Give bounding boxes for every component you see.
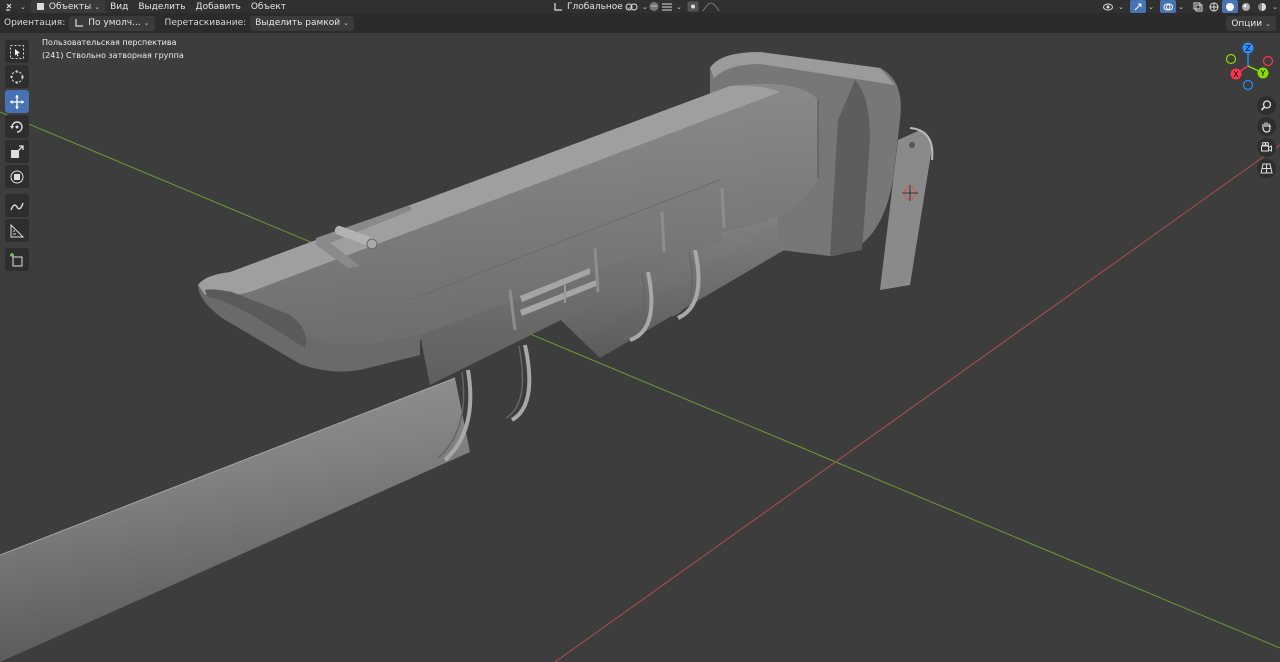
menu-object[interactable]: Объект: [246, 0, 291, 13]
tool-transform[interactable]: [5, 165, 29, 188]
orientation-value: По умолч...: [88, 18, 141, 28]
neg-x-handle[interactable]: [1262, 55, 1274, 67]
material-icon: [1242, 2, 1250, 11]
shading-dropdown[interactable]: ⌄: [1270, 0, 1280, 13]
neg-z-handle[interactable]: [1242, 79, 1254, 91]
pivot-icon: [625, 3, 638, 10]
shading-rendered[interactable]: [1254, 0, 1270, 13]
annotate-icon: [10, 202, 24, 210]
shading-solid[interactable]: [1222, 0, 1238, 13]
shading-wireframe[interactable]: [1206, 0, 1222, 13]
orientation-dropdown[interactable]: По умолч... ⌄: [69, 15, 155, 31]
menu-view[interactable]: Вид: [105, 0, 133, 13]
viewport-header-right: ⌄ ⌄ ⌄ ⌄: [1100, 0, 1280, 13]
main-barrel: [0, 378, 470, 662]
measure-icon: [10, 223, 25, 237]
eye-icon: [1103, 3, 1113, 10]
x-axis-label: X: [1233, 70, 1239, 79]
transform-orientation-label: Глобальное: [567, 1, 623, 12]
falloff-icon: [702, 1, 720, 11]
scale-icon: [11, 144, 24, 158]
tool-cursor[interactable]: [5, 65, 29, 88]
mode-select[interactable]: Объекты ⌄: [30, 0, 106, 13]
editor-type-icon: [6, 3, 12, 11]
options-dropdown[interactable]: Опции ⌄: [1226, 16, 1276, 31]
overlays-dropdown[interactable]: ⌄: [1176, 0, 1186, 13]
navigation-gizmo[interactable]: Z X Y: [1224, 40, 1276, 92]
perspective-toggle-button[interactable]: [1257, 159, 1276, 178]
tool-select-box[interactable]: [5, 40, 29, 63]
menu-select[interactable]: Выделить: [133, 0, 190, 13]
orientation-label: Ориентация:: [4, 18, 66, 28]
rendered-icon: [1258, 2, 1266, 11]
options-label: Опции: [1231, 18, 1263, 29]
pan-button[interactable]: [1257, 117, 1276, 136]
snap-increment-icon: [662, 3, 672, 10]
solid-icon: [1226, 2, 1234, 11]
drag-dropdown[interactable]: Выделить рамкой ⌄: [250, 15, 354, 31]
falloff-button[interactable]: [697, 0, 725, 13]
tool-annotate[interactable]: [5, 194, 29, 217]
toolbar: [5, 40, 29, 273]
tool-settings-bar: Ориентация: По умолч... ⌄ Перетаскивание…: [0, 13, 1280, 33]
neg-y-handle[interactable]: [1225, 53, 1237, 65]
z-axis-label: Z: [1245, 44, 1251, 53]
drag-label: Перетаскивание:: [164, 18, 247, 28]
object-mode-icon: [36, 3, 44, 10]
view-name: Пользовательская перспектива: [42, 38, 177, 47]
transform-icon: [10, 170, 24, 183]
hand-icon: [1262, 122, 1271, 133]
grid-icon: [1260, 163, 1273, 174]
tool-measure[interactable]: [5, 219, 29, 242]
overlays-toggle[interactable]: [1160, 0, 1176, 13]
visibility-dropdown[interactable]: ⌄: [1116, 0, 1126, 13]
xray-icon: [1193, 2, 1203, 11]
gizmo-toggle[interactable]: [1130, 0, 1146, 13]
orientation-icon: [75, 19, 84, 27]
gizmo-dropdown[interactable]: ⌄: [1146, 0, 1156, 13]
tool-move[interactable]: [5, 90, 29, 113]
mode-label: Объекты: [48, 1, 92, 12]
camera-view-button[interactable]: [1257, 138, 1276, 157]
move-icon: [10, 94, 24, 109]
visibility-toggle[interactable]: [1100, 0, 1116, 13]
3d-viewport[interactable]: Пользовательская перспектива (241) Ствол…: [0, 33, 1280, 662]
magnifier-icon: [1260, 100, 1272, 111]
viewport-scene: [0, 52, 1280, 662]
xray-toggle[interactable]: [1190, 0, 1206, 13]
tool-add-cube[interactable]: [5, 248, 29, 271]
tool-scale[interactable]: [5, 140, 29, 163]
rotate-icon: [10, 120, 23, 133]
object-info: (241) Ствольно затворная группа: [42, 51, 184, 60]
axes-icon: [554, 2, 562, 11]
zoom-button[interactable]: [1257, 96, 1276, 115]
gizmo-icon: [1134, 3, 1142, 10]
tool-rotate[interactable]: [5, 115, 29, 138]
cursor-icon: [10, 69, 24, 84]
add-cube-icon: [10, 252, 23, 266]
y-axis-label: Y: [1260, 69, 1266, 78]
overlays-icon: [1163, 3, 1173, 10]
header-bar: ⌄ Объекты ⌄ Вид Выделить Добавить Объект…: [0, 0, 1280, 13]
select-box-icon: [10, 44, 24, 59]
shading-material[interactable]: [1238, 0, 1254, 13]
navigation-buttons: [1257, 96, 1277, 180]
camera-icon: [1261, 142, 1272, 152]
editor-type-button[interactable]: ⌄: [0, 0, 31, 13]
wireframe-icon: [1209, 2, 1219, 11]
drag-value: Выделить рамкой: [255, 18, 341, 28]
menu-add[interactable]: Добавить: [191, 0, 246, 13]
